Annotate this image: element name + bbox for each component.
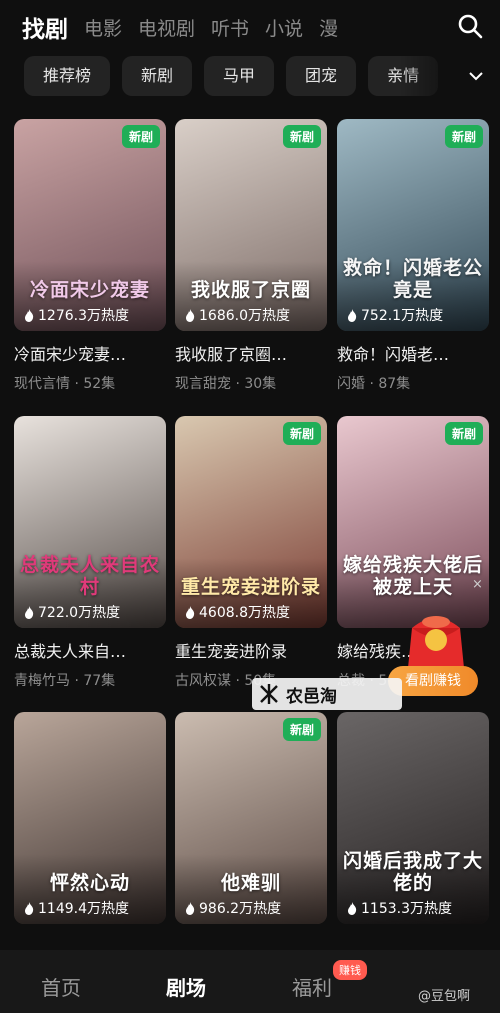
heat-indicator: 1686.0万热度 xyxy=(185,305,290,325)
drama-title[interactable]: 总裁夫人来自… xyxy=(14,638,166,662)
drama-card[interactable]: 总裁夫人来自农村 722.0万热度 总裁夫人来自… 青梅竹马 · 77集 xyxy=(14,416,166,690)
poster-title-art: 他难驯 xyxy=(220,872,281,894)
heat-value: 1686.0万热度 xyxy=(199,308,290,324)
drama-poster[interactable]: 他难驯 新剧 986.2万热度 xyxy=(175,712,327,924)
drama-card[interactable]: 我收服了京圈 新剧 1686.0万热度 我收服了京圈… 现言甜宠 · 30集 xyxy=(175,119,327,393)
heat-value: 1276.3万热度 xyxy=(38,308,129,324)
drama-title[interactable]: 我收服了京圈… xyxy=(175,341,327,365)
chip-new-drama[interactable]: 新剧 xyxy=(122,56,193,96)
earn-badge: 赚钱 xyxy=(333,960,367,980)
promo-close-icon[interactable]: × xyxy=(472,577,483,592)
tab-home[interactable]: 首页 xyxy=(41,972,81,1001)
new-badge: 新剧 xyxy=(444,422,483,445)
chip-group-pet[interactable]: 团宠 xyxy=(286,56,357,96)
drama-poster[interactable]: 重生宠妾进阶录 新剧 4608.8万热度 xyxy=(175,416,327,628)
heat-indicator: 722.0万热度 xyxy=(24,602,120,622)
drama-card[interactable]: 怦然心动 1149.4万热度 xyxy=(14,712,166,924)
new-badge: 新剧 xyxy=(121,125,160,148)
heat-value: 4608.8万热度 xyxy=(199,605,290,621)
watermark-logo-icon xyxy=(260,684,278,704)
watermark-text: 农邑淘 xyxy=(286,686,337,707)
tab-novel[interactable]: 小说 xyxy=(265,14,303,41)
chip-ranking[interactable]: 推荐榜 xyxy=(24,56,111,96)
new-badge: 新剧 xyxy=(282,125,321,148)
flame-icon xyxy=(186,308,195,322)
drama-poster[interactable]: 救命！闪婚老公竟是 新剧 752.1万热度 xyxy=(337,119,489,331)
flame-icon xyxy=(25,901,34,915)
poster-title-art: 我收服了京圈 xyxy=(190,279,311,301)
search-icon[interactable] xyxy=(456,12,484,40)
tab-audiobook[interactable]: 听书 xyxy=(211,14,249,41)
drama-poster[interactable]: 闪婚后我成了大佬的 1153.3万热度 xyxy=(337,712,489,924)
drama-card[interactable]: 重生宠妾进阶录 新剧 4608.8万热度 重生宠妾进阶录 古风权谋 · 50集 xyxy=(175,416,327,690)
tab-welfare[interactable]: 福利 xyxy=(292,972,332,1001)
drama-poster[interactable]: 我收服了京圈 新剧 1686.0万热度 xyxy=(175,119,327,331)
category-bar: 推荐榜 新剧 马甲 团宠 亲情 xyxy=(0,54,500,98)
heat-indicator: 1153.3万热度 xyxy=(347,898,452,918)
drama-title[interactable]: 冷面宋少宠妻… xyxy=(14,341,166,365)
poster-title-art: 闪婚后我成了大佬的 xyxy=(343,850,484,894)
tab-find-drama[interactable]: 找剧 xyxy=(22,10,68,44)
author-credit: @豆包啊 xyxy=(418,989,471,1004)
heat-value: 752.1万热度 xyxy=(361,308,444,324)
flame-icon xyxy=(348,308,357,322)
drama-poster[interactable]: 总裁夫人来自农村 722.0万热度 xyxy=(14,416,166,628)
heat-indicator: 752.1万热度 xyxy=(347,305,443,325)
drama-meta: 青梅竹马 · 77集 xyxy=(14,673,116,689)
drama-card[interactable]: 救命！闪婚老公竟是 新剧 752.1万热度 救命！闪婚老… 闪婚 · 87集 xyxy=(337,119,489,393)
drama-meta: 闪婚 · 87集 xyxy=(337,376,411,392)
top-nav: 找剧 电影 电视剧 听书 小说 漫 xyxy=(0,0,500,54)
poster-title-art: 总裁夫人来自农村 xyxy=(20,554,161,598)
drama-poster[interactable]: 冷面宋少宠妻 新剧 1276.3万热度 xyxy=(14,119,166,331)
new-badge: 新剧 xyxy=(444,125,483,148)
new-badge: 新剧 xyxy=(282,718,321,741)
heat-indicator: 1149.4万热度 xyxy=(24,898,129,918)
tab-theater[interactable]: 剧场 xyxy=(166,972,206,1001)
heat-indicator: 1276.3万热度 xyxy=(24,305,129,325)
flame-icon xyxy=(186,605,195,619)
drama-card[interactable]: 闪婚后我成了大佬的 1153.3万热度 xyxy=(337,712,489,924)
tabs-fade xyxy=(380,0,450,54)
poster-title-art: 冷面宋少宠妻 xyxy=(29,279,150,301)
chips-fade xyxy=(400,54,470,98)
new-badge: 新剧 xyxy=(282,422,321,445)
heat-value: 1149.4万热度 xyxy=(38,901,129,917)
drama-poster[interactable]: 怦然心动 1149.4万热度 xyxy=(14,712,166,924)
tab-comic[interactable]: 漫 xyxy=(319,14,338,41)
heat-value: 722.0万热度 xyxy=(38,605,121,621)
poster-title-art: 怦然心动 xyxy=(49,872,130,894)
tab-tv[interactable]: 电视剧 xyxy=(138,14,195,41)
drama-title[interactable]: 重生宠妾进阶录 xyxy=(175,638,327,662)
poster-title-art: 重生宠妾进阶录 xyxy=(181,576,322,598)
tab-movie[interactable]: 电影 xyxy=(84,14,122,41)
heat-indicator: 986.2万热度 xyxy=(185,898,281,918)
flame-icon xyxy=(348,901,357,915)
flame-icon xyxy=(186,901,195,915)
heat-value: 986.2万热度 xyxy=(199,901,282,917)
heat-indicator: 4608.8万热度 xyxy=(185,602,290,622)
chevron-down-icon[interactable] xyxy=(466,66,486,86)
drama-card[interactable]: 冷面宋少宠妻 新剧 1276.3万热度 冷面宋少宠妻… 现代言情 · 52集 xyxy=(14,119,166,393)
drama-meta: 现代言情 · 52集 xyxy=(14,376,116,392)
drama-meta: 现言甜宠 · 30集 xyxy=(175,376,277,392)
drama-card[interactable]: 他难驯 新剧 986.2万热度 xyxy=(175,712,327,924)
chip-vest[interactable]: 马甲 xyxy=(204,56,275,96)
poster-title-art: 救命！闪婚老公竟是 xyxy=(343,257,484,301)
heat-value: 1153.3万热度 xyxy=(361,901,452,917)
watermark: 农邑淘 xyxy=(252,678,402,710)
drama-title[interactable]: 救命！闪婚老… xyxy=(337,341,489,365)
poster-title-art: 嫁给残疾大佬后被宠上天 xyxy=(343,554,484,598)
drama-poster[interactable]: 嫁给残疾大佬后被宠上天 新剧 xyxy=(337,416,489,628)
flame-icon xyxy=(25,308,34,322)
flame-icon xyxy=(25,605,34,619)
